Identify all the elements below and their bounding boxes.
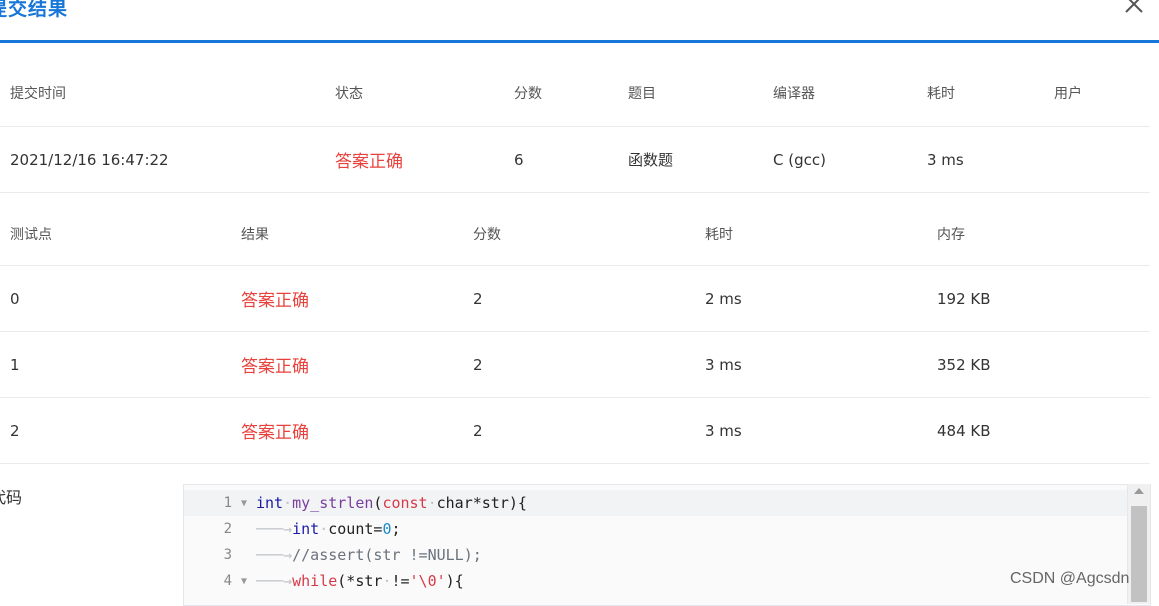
code-text: ───→while(*str·!='\0'){	[256, 572, 464, 590]
table-row: 1 答案正确 2 3 ms 352 KB	[0, 332, 1150, 398]
title-underline	[0, 40, 1159, 43]
compiler-value: C (gcc)	[773, 150, 826, 169]
problem-type: 函数题	[628, 151, 674, 169]
case-time: 3 ms	[705, 355, 742, 374]
code-editor[interactable]: 1 ▼ int·my_strlen(const·char*str){ 2 ───…	[183, 484, 1151, 606]
watermark: CSDN @Agcsdn	[1010, 570, 1130, 587]
case-memory: 352 KB	[937, 355, 991, 374]
code-label: 代码	[0, 488, 23, 507]
case-id: 2	[10, 421, 20, 440]
score-value: 6	[514, 150, 524, 169]
header-problem: 题目	[628, 86, 656, 102]
code-line[interactable]: 3 ───→//assert(str !=NULL);	[184, 542, 1130, 568]
header-memory: 内存	[937, 226, 965, 243]
header-user: 用户	[1054, 86, 1082, 102]
case-time: 2 ms	[705, 289, 742, 308]
summary-row: 2021/12/16 16:47:22 答案正确 6 函数题 C (gcc) 3…	[0, 127, 1150, 193]
header-duration: 耗时	[927, 86, 955, 102]
status-badge: 答案正确	[335, 152, 403, 172]
header-compiler: 编译器	[773, 86, 815, 102]
scrollbar-thumb[interactable]	[1131, 506, 1147, 602]
header-case-score: 分数	[473, 226, 501, 243]
case-score: 2	[473, 355, 483, 374]
line-number: 3	[223, 547, 232, 563]
header-case-id: 测试点	[10, 226, 52, 243]
line-number: 2	[223, 521, 232, 537]
case-result: 答案正确	[241, 291, 309, 311]
header-submit-time: 提交时间	[10, 86, 66, 102]
case-result: 答案正确	[241, 357, 309, 377]
case-id: 0	[10, 289, 20, 308]
table-row: 2 答案正确 2 3 ms 484 KB	[0, 398, 1150, 464]
duration-value: 3 ms	[927, 150, 964, 169]
case-result: 答案正确	[241, 423, 309, 443]
case-memory: 192 KB	[937, 289, 991, 308]
header-score: 分数	[514, 86, 542, 102]
case-score: 2	[473, 289, 483, 308]
code-text: int·my_strlen(const·char*str){	[256, 494, 527, 512]
case-memory: 484 KB	[937, 421, 991, 440]
code-line[interactable]: 4 ▼ ───→while(*str·!='\0'){	[184, 568, 1130, 594]
code-line[interactable]: 1 ▼ int·my_strlen(const·char*str){	[184, 490, 1130, 516]
case-score: 2	[473, 421, 483, 440]
header-case-time: 耗时	[705, 226, 733, 243]
submit-time: 2021/12/16 16:47:22	[10, 150, 169, 169]
test-cases-table: 测试点 结果 分数 耗时 内存 0 答案正确 2 2 ms 192 KB 1 答…	[0, 202, 1150, 464]
summary-header-row: 提交时间 状态 分数 题目 编译器 耗时 用户	[0, 60, 1150, 127]
fold-arrow-icon[interactable]: ▼	[232, 498, 256, 509]
code-line[interactable]: 2 ───→int·count=0;	[184, 516, 1130, 542]
code-text: ───→//assert(str !=NULL);	[256, 546, 482, 564]
case-time: 3 ms	[705, 421, 742, 440]
header-result: 结果	[241, 226, 269, 243]
code-scrollbar[interactable]	[1127, 484, 1150, 604]
cases-header-row: 测试点 结果 分数 耗时 内存	[0, 202, 1150, 266]
line-number: 1	[223, 495, 232, 511]
case-id: 1	[10, 355, 20, 374]
close-icon	[1125, 0, 1143, 13]
header-status: 状态	[335, 86, 363, 102]
fold-arrow-icon[interactable]: ▼	[232, 576, 256, 587]
submission-summary-table: 提交时间 状态 分数 题目 编译器 耗时 用户 2021/12/16 16:47…	[0, 60, 1150, 193]
close-button[interactable]	[1120, 0, 1148, 18]
dialog-title: 提交结果	[0, 0, 69, 20]
line-number: 4	[223, 573, 232, 589]
table-row: 0 答案正确 2 2 ms 192 KB	[0, 266, 1150, 332]
code-text: ───→int·count=0;	[256, 520, 401, 538]
scroll-up-arrow-icon[interactable]	[1134, 488, 1144, 494]
